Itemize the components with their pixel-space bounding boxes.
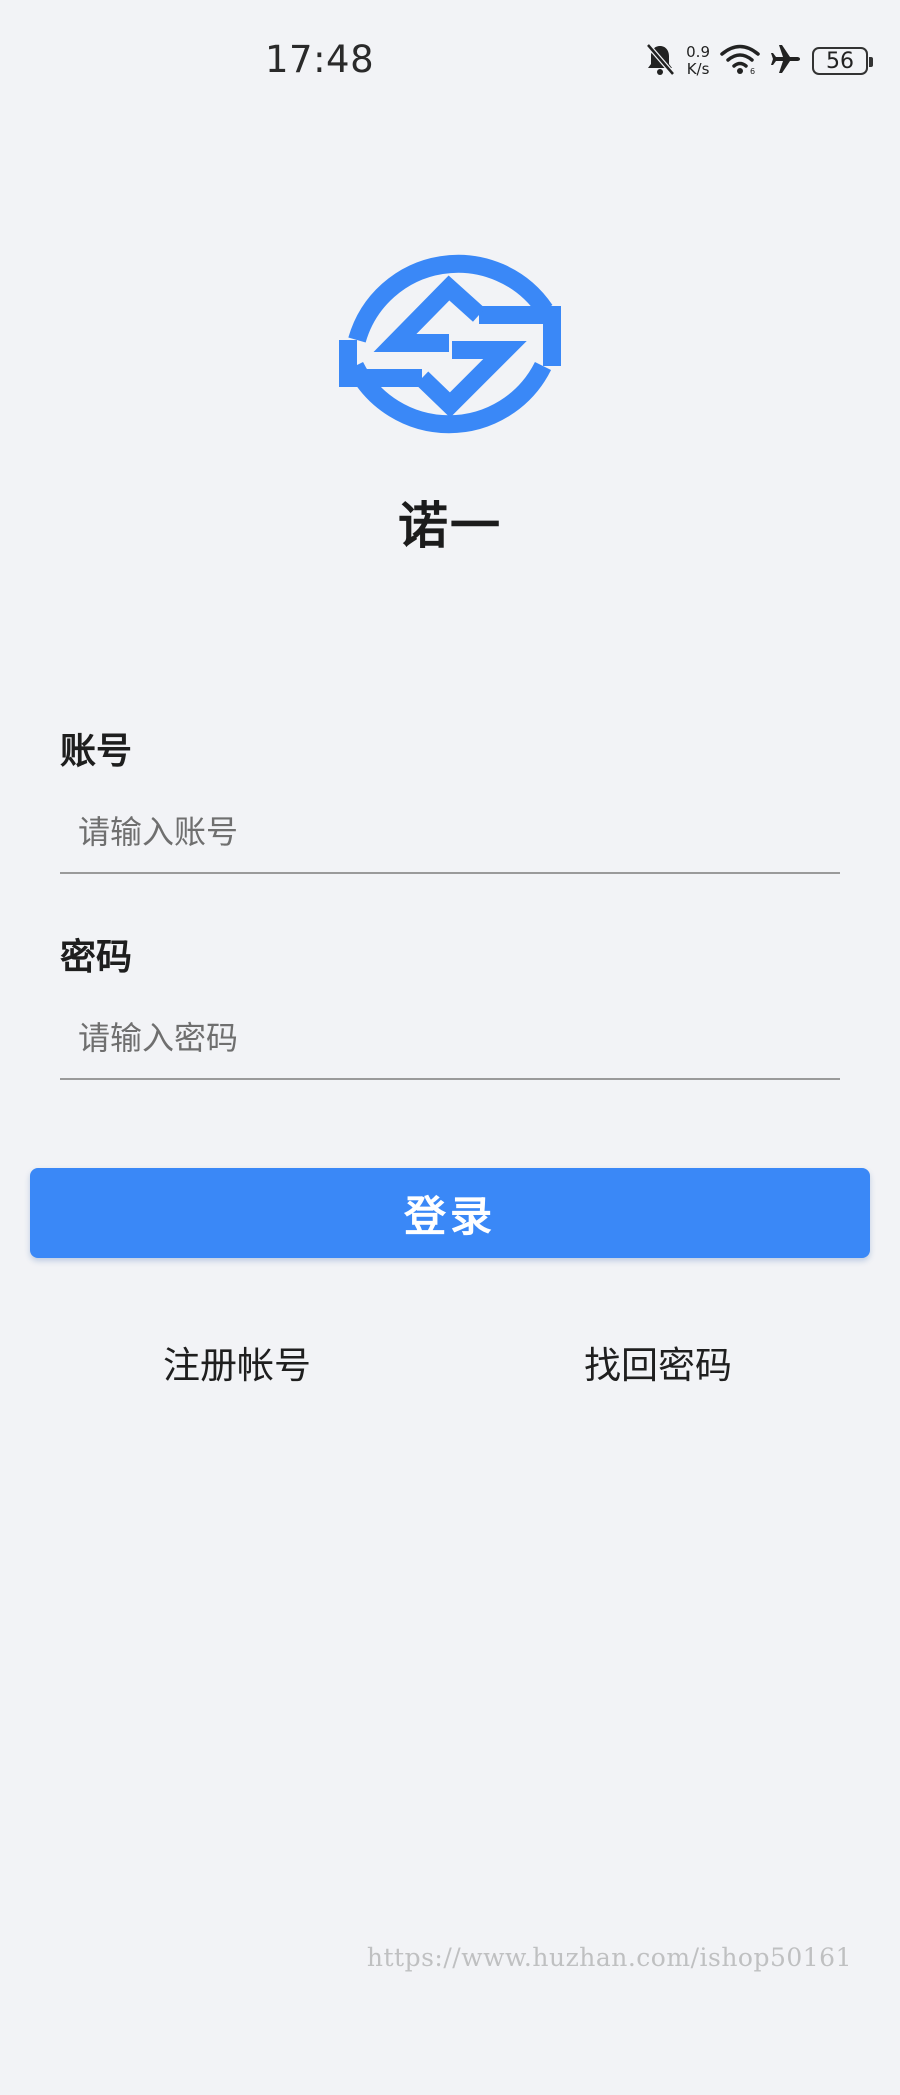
- status-time: 17:48: [265, 38, 375, 81]
- net-speed-unit: K/s: [686, 60, 710, 78]
- status-icons: 0.9 K/s 6 56: [644, 40, 873, 82]
- airplane-icon: [770, 43, 802, 79]
- register-link[interactable]: 注册帐号: [163, 1335, 311, 1389]
- account-input[interactable]: [60, 792, 840, 874]
- login-button[interactable]: 登录: [30, 1168, 870, 1258]
- bell-off-icon: [644, 42, 676, 80]
- status-bar: 17:48 0.9 K/s 6 56: [0, 0, 900, 120]
- svg-text:6: 6: [750, 67, 755, 75]
- recover-password-link[interactable]: 找回密码: [584, 1335, 732, 1389]
- net-speed-value: 0.9: [686, 43, 710, 61]
- password-label: 密码: [60, 937, 133, 978]
- app-logo: [337, 240, 563, 466]
- battery-icon: 56: [812, 47, 873, 75]
- net-speed-indicator: 0.9 K/s: [686, 44, 710, 78]
- account-label: 账号: [60, 731, 133, 772]
- brand-name: 诺一: [398, 497, 502, 555]
- battery-level: 56: [826, 48, 854, 74]
- wifi-icon: 6: [720, 43, 760, 79]
- watermark: https://www.huzhan.com/ishop50161: [366, 1943, 852, 1972]
- password-input[interactable]: [60, 998, 840, 1080]
